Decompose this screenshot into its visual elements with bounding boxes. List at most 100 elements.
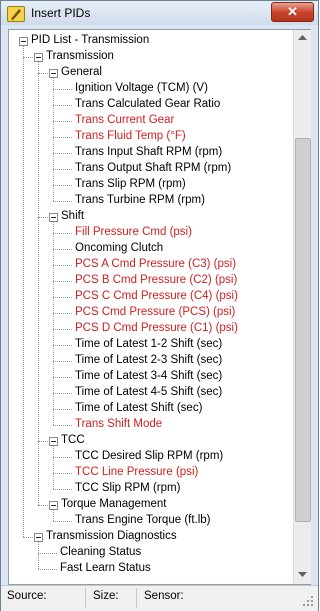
tree-connector bbox=[38, 73, 48, 74]
tree-item[interactable]: Oncoming Clutch bbox=[9, 241, 292, 257]
tree-item[interactable]: Trans Shift Mode bbox=[9, 417, 292, 433]
tree-connector bbox=[53, 361, 72, 362]
tree-connector bbox=[53, 185, 72, 186]
pid-tree-panel: PID List - Transmission Transmission Gener… bbox=[8, 29, 311, 585]
tree-item-label: Time of Latest 1-2 Shift (sec) bbox=[75, 338, 223, 350]
tree-item-label: Oncoming Clutch bbox=[75, 242, 164, 254]
window-title: Insert PIDs bbox=[31, 6, 91, 20]
tree-item[interactable]: PCS B Cmd Pressure (C2) (psi) bbox=[9, 273, 292, 289]
tree-connector bbox=[23, 57, 33, 58]
status-bar: Source: Size: Sensor: bbox=[1, 585, 318, 611]
pid-tree[interactable]: PID List - Transmission Transmission Gener… bbox=[9, 30, 292, 584]
tree-connector bbox=[53, 329, 72, 330]
vertical-scrollbar[interactable] bbox=[293, 30, 311, 584]
tree-item[interactable]: Trans Fluid Temp (°F) bbox=[9, 129, 292, 145]
tree-item[interactable]: TCC Desired Slip RPM (rpm) bbox=[9, 449, 292, 465]
collapse-toggle-icon[interactable] bbox=[34, 533, 43, 542]
tree-node[interactable]: General bbox=[9, 65, 292, 81]
collapse-toggle-icon[interactable] bbox=[49, 213, 58, 222]
tree-item-label: PCS D Cmd Pressure (C1) (psi) bbox=[75, 322, 238, 334]
tree-item-label: TCC Desired Slip RPM (rpm) bbox=[75, 450, 224, 462]
resize-grip-icon[interactable] bbox=[302, 595, 314, 607]
tree-connector bbox=[53, 393, 72, 394]
tree-item[interactable]: Trans Calculated Gear Ratio bbox=[9, 97, 292, 113]
tree-item[interactable]: Cleaning Status bbox=[9, 545, 292, 561]
tree-connector bbox=[38, 505, 48, 506]
tree-item-label: Trans Engine Torque (ft.lb) bbox=[75, 514, 211, 526]
tree-node[interactable]: Torque Management bbox=[9, 497, 292, 513]
tree-item-label: Trans Output Shaft RPM (rpm) bbox=[75, 162, 232, 174]
tree-item[interactable]: PCS Cmd Pressure (PCS) (psi) bbox=[9, 305, 292, 321]
tree-item[interactable]: Time of Latest Shift (sec) bbox=[9, 401, 292, 417]
tree-connector bbox=[53, 313, 72, 314]
chevron-up-icon bbox=[298, 35, 307, 40]
tree-item-label: Time of Latest 4-5 Shift (sec) bbox=[75, 386, 223, 398]
collapse-toggle-icon[interactable] bbox=[49, 501, 58, 510]
tree-item[interactable]: TCC Line Pressure (psi) bbox=[9, 465, 292, 481]
tree-item[interactable]: Trans Slip RPM (rpm) bbox=[9, 177, 292, 193]
tree-item[interactable]: PCS A Cmd Pressure (C3) (psi) bbox=[9, 257, 292, 273]
tree-connector bbox=[53, 137, 72, 138]
tree-connector bbox=[53, 89, 72, 90]
tree-item-label: PID List - Transmission bbox=[31, 34, 150, 46]
tree-item-label: Torque Management bbox=[61, 498, 167, 510]
collapse-toggle-icon[interactable] bbox=[49, 69, 58, 78]
tree-connector bbox=[53, 425, 72, 426]
tree-item-label: Trans Fluid Temp (°F) bbox=[75, 130, 186, 142]
tree-item[interactable]: PCS D Cmd Pressure (C1) (psi) bbox=[9, 321, 292, 337]
tree-item-label: Time of Latest Shift (sec) bbox=[75, 402, 203, 414]
status-size: Size: bbox=[93, 590, 119, 602]
tree-item[interactable]: Time of Latest 1-2 Shift (sec) bbox=[9, 337, 292, 353]
tree-connector bbox=[53, 265, 72, 266]
scroll-up-button[interactable] bbox=[294, 30, 311, 47]
tree-connector bbox=[53, 233, 72, 234]
tree-item-label: Trans Input Shaft RPM (rpm) bbox=[75, 146, 223, 158]
collapse-toggle-icon[interactable] bbox=[49, 437, 58, 446]
close-button[interactable]: ✕ bbox=[271, 2, 314, 22]
tree-item-label: Transmission Diagnostics bbox=[46, 530, 177, 542]
tree-connector bbox=[53, 249, 72, 250]
status-source: Source: bbox=[7, 590, 47, 602]
collapse-toggle-icon[interactable] bbox=[34, 53, 43, 62]
tree-item[interactable]: Time of Latest 4-5 Shift (sec) bbox=[9, 385, 292, 401]
tree-item[interactable]: PCS C Cmd Pressure (C4) (psi) bbox=[9, 289, 292, 305]
tree-connector bbox=[23, 537, 33, 538]
tree-item[interactable]: Ignition Voltage (TCM) (V) bbox=[9, 81, 292, 97]
tree-item-label: Fast Learn Status bbox=[60, 562, 151, 574]
tree-node[interactable]: TCC bbox=[9, 433, 292, 449]
tree-connector bbox=[53, 345, 72, 346]
tree-connector bbox=[53, 201, 72, 202]
tree-item[interactable]: Time of Latest 2-3 Shift (sec) bbox=[9, 353, 292, 369]
tree-item[interactable]: Time of Latest 3-4 Shift (sec) bbox=[9, 369, 292, 385]
collapse-toggle-icon[interactable] bbox=[19, 37, 28, 46]
insert-pids-window: Insert PIDs ✕ PID List - Transmission Tra… bbox=[0, 0, 319, 611]
tree-item[interactable]: Fill Pressure Cmd (psi) bbox=[9, 225, 292, 241]
tree-item[interactable]: Trans Turbine RPM (rpm) bbox=[9, 193, 292, 209]
tree-item[interactable]: Trans Output Shaft RPM (rpm) bbox=[9, 161, 292, 177]
tree-node[interactable]: Shift bbox=[9, 209, 292, 225]
tree-connector bbox=[38, 217, 48, 218]
tree-connector bbox=[53, 489, 72, 490]
tree-item-label: Fill Pressure Cmd (psi) bbox=[75, 226, 192, 238]
tree-node[interactable]: Transmission Diagnostics bbox=[9, 529, 292, 545]
scroll-down-button[interactable] bbox=[294, 567, 311, 584]
tree-item[interactable]: Trans Current Gear bbox=[9, 113, 292, 129]
tree-item[interactable]: Trans Input Shaft RPM (rpm) bbox=[9, 145, 292, 161]
tree-item[interactable]: Trans Engine Torque (ft.lb) bbox=[9, 513, 292, 529]
title-bar[interactable]: Insert PIDs ✕ bbox=[1, 1, 318, 25]
tree-item[interactable]: TCC Slip RPM (rpm) bbox=[9, 481, 292, 497]
tree-item-label: PCS Cmd Pressure (PCS) (psi) bbox=[75, 306, 236, 318]
tree-item[interactable]: Fast Learn Status bbox=[9, 561, 292, 577]
tree-connector bbox=[53, 409, 72, 410]
tree-item-label: Transmission bbox=[46, 50, 114, 62]
tree-connector bbox=[53, 169, 72, 170]
tree-item-label: Time of Latest 3-4 Shift (sec) bbox=[75, 370, 223, 382]
tree-item-label: Cleaning Status bbox=[60, 546, 142, 558]
chevron-down-icon bbox=[298, 572, 307, 577]
tree-connector bbox=[53, 457, 72, 458]
tree-connector bbox=[38, 553, 57, 554]
tree-node[interactable]: Transmission bbox=[9, 49, 292, 65]
tree-node[interactable]: PID List - Transmission bbox=[9, 33, 292, 49]
scroll-thumb[interactable] bbox=[295, 138, 311, 522]
status-divider bbox=[85, 588, 86, 608]
